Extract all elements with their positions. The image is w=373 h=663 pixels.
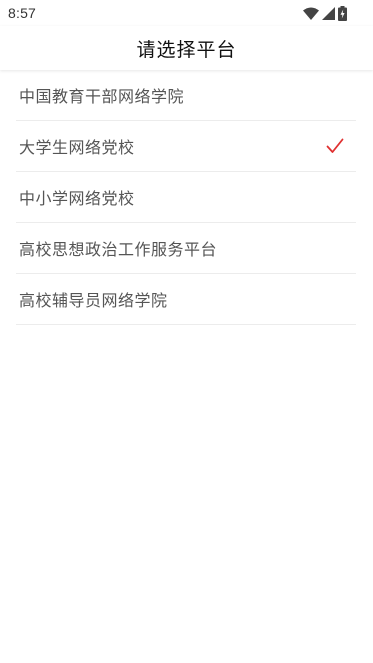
platform-item[interactable]: 高校思想政治工作服务平台 — [16, 223, 356, 274]
platform-item[interactable]: 中国教育干部网络学院 — [16, 70, 356, 121]
platform-label: 大学生网络党校 — [19, 138, 135, 157]
platform-label: 中国教育干部网络学院 — [19, 87, 185, 106]
cellular-signal-icon — [322, 6, 335, 20]
battery-charging-icon — [338, 5, 347, 21]
app-header: 请选择平台 — [0, 26, 373, 70]
wifi-icon — [303, 7, 319, 20]
platform-label: 中小学网络党校 — [19, 189, 135, 208]
platform-item[interactable]: 中小学网络党校 — [16, 172, 356, 223]
status-bar: 8:57 — [0, 0, 373, 26]
platform-item-selected[interactable]: 大学生网络党校 — [16, 121, 356, 172]
checkmark-icon — [326, 138, 344, 154]
platform-label: 高校辅导员网络学院 — [19, 291, 168, 310]
status-time: 8:57 — [8, 5, 37, 21]
platform-item[interactable]: 高校辅导员网络学院 — [16, 274, 356, 325]
platform-label: 高校思想政治工作服务平台 — [19, 240, 218, 259]
page-title: 请选择平台 — [136, 38, 237, 61]
platform-list: 中国教育干部网络学院 大学生网络党校 中小学网络党校 高校思想政治工作服务平台 … — [16, 70, 356, 325]
status-icons — [303, 5, 347, 21]
